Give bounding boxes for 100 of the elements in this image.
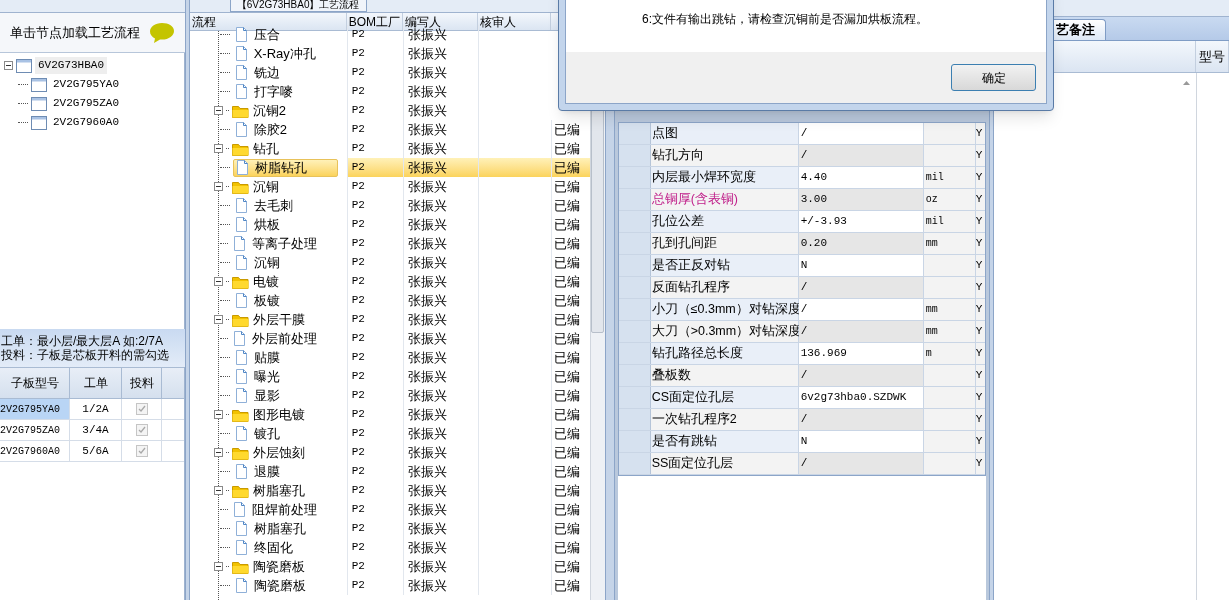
row-header[interactable] [618,233,651,254]
tree-node[interactable]: 沉铜2 [251,100,287,121]
splitter-bar[interactable] [184,0,190,600]
input-field[interactable]: 6v2g73hba0.SZDWK [798,387,924,408]
collapse-icon[interactable] [213,182,223,191]
input-field[interactable]: / [798,299,924,320]
row-header[interactable] [618,167,651,188]
table-cell: 5/6A [70,441,122,461]
input-field[interactable]: 4.40 [798,167,924,188]
row-header[interactable] [618,299,651,320]
document-icon [234,463,248,480]
tree-node[interactable]: 板镀 [232,291,310,310]
tree-node[interactable]: 电镀 [251,271,280,292]
tree-node[interactable]: 除胶2 [232,120,317,139]
table-cell: / [798,453,924,474]
tree-node[interactable]: 等离子处理 [230,234,347,253]
collapse-icon[interactable] [213,144,223,153]
input-field[interactable]: 136.969 [798,343,924,364]
collapse-icon[interactable] [213,448,223,457]
table-cell: 是否有跳钻 [650,431,799,452]
table-cell: Y [975,211,985,232]
row-header[interactable] [618,255,651,276]
row-header[interactable] [618,277,651,298]
table-cell: mm [923,299,976,320]
tree-node[interactable]: 沉铜 [232,253,310,272]
column-header[interactable]: 子板型号 [0,368,70,398]
document-icon [234,197,248,214]
tree-node[interactable]: 树脂塞孔 [251,480,306,501]
table-cell: 已编 [550,519,590,538]
row-header[interactable] [618,365,651,386]
tree-node[interactable]: 钻孔 [251,138,280,159]
row-header[interactable] [618,453,651,474]
ok-button[interactable]: 确定 [951,64,1036,91]
scroll-up-icon[interactable] [1183,81,1190,85]
collapse-icon[interactable] [213,410,223,419]
row-header[interactable] [618,387,651,408]
document-icon [234,254,248,271]
table-cell: P2 [346,158,403,177]
input-field[interactable]: N [798,431,924,452]
tree-node[interactable]: 外层蚀刻 [251,442,306,463]
row-header[interactable] [618,409,651,430]
collapse-icon[interactable] [213,277,223,286]
tree-node[interactable]: 陶瓷磨板 [251,556,306,577]
tree-node[interactable]: 曝光 [232,367,310,386]
tree-node[interactable]: X-Ray冲孔 [232,44,346,63]
tree-node[interactable]: 打字嘜 [232,82,323,101]
document-icon [234,577,248,594]
column-header[interactable]: 投料 [122,368,162,398]
row-header[interactable] [618,431,651,452]
row-header[interactable] [618,343,651,364]
row-header[interactable] [618,189,651,210]
tree-node[interactable]: 2V2G7960A0 [50,114,122,131]
input-field[interactable]: / [798,123,924,144]
tree-node[interactable]: 树脂钻孔 [232,158,338,177]
table-cell: CS面定位孔层 [650,387,799,408]
tree-node[interactable]: 退膜 [232,462,310,481]
table-cell: P2 [346,310,403,329]
tree-node[interactable]: 去毛刺 [232,196,323,215]
row-header[interactable] [618,145,651,166]
table-cell: 张振兴 [402,234,478,253]
input-field[interactable]: +/-3.93 [798,211,924,232]
tree-node[interactable]: 2V2G795YA0 [50,76,122,93]
tree-node[interactable]: 外层干膜 [251,309,306,330]
tree-node[interactable]: 2V2G795ZA0 [50,95,122,112]
tab[interactable]: 艺备注 [1053,19,1106,40]
tree-node[interactable]: 终固化 [232,538,323,557]
panel-tab[interactable]: 【6V2G73HBA0】工艺流程 [229,0,367,12]
tree-node[interactable]: 烘板 [232,215,310,234]
folder-icon [231,141,249,156]
tree-node[interactable]: 显影 [232,386,310,405]
tree-node[interactable]: 外层前处理 [230,329,347,348]
collapse-icon[interactable] [213,315,223,324]
tree-node[interactable]: 阻焊前处理 [230,500,347,519]
document-icon [234,292,248,309]
table-cell: 内层最小焊环宽度 [650,167,799,188]
collapse-icon[interactable] [213,106,223,115]
tree-node[interactable]: 6V2G73HBA0 [35,57,107,74]
column-header[interactable]: 型号 [1199,46,1225,67]
tree-node[interactable]: 树脂塞孔 [232,519,336,538]
tree-node[interactable]: 图形电镀 [251,404,306,425]
input-field[interactable]: N [798,255,924,276]
row-header[interactable] [618,123,651,144]
tree-node[interactable]: 镀孔 [232,424,310,443]
collapse-icon[interactable] [4,61,13,70]
table-cell: P2 [346,177,403,196]
collapse-icon[interactable] [213,562,223,571]
tree-node[interactable]: 沉铜 [251,176,280,197]
column-header[interactable]: 工单 [70,368,122,398]
tree-node[interactable]: 贴膜 [232,348,310,367]
tree-node[interactable]: 陶瓷磨板 [232,576,336,595]
table-cell: P2 [346,120,403,139]
table-cell: Y [975,255,985,276]
column-header[interactable]: 核审人 [477,13,551,30]
table-cell: 已编 [550,557,590,576]
row-header[interactable] [618,321,651,342]
column-header[interactable]: BOM工厂 [346,13,403,30]
tree-node[interactable]: 铣边 [232,63,310,82]
row-header[interactable] [618,211,651,232]
collapse-icon[interactable] [213,486,223,495]
window-icon [31,115,47,130]
